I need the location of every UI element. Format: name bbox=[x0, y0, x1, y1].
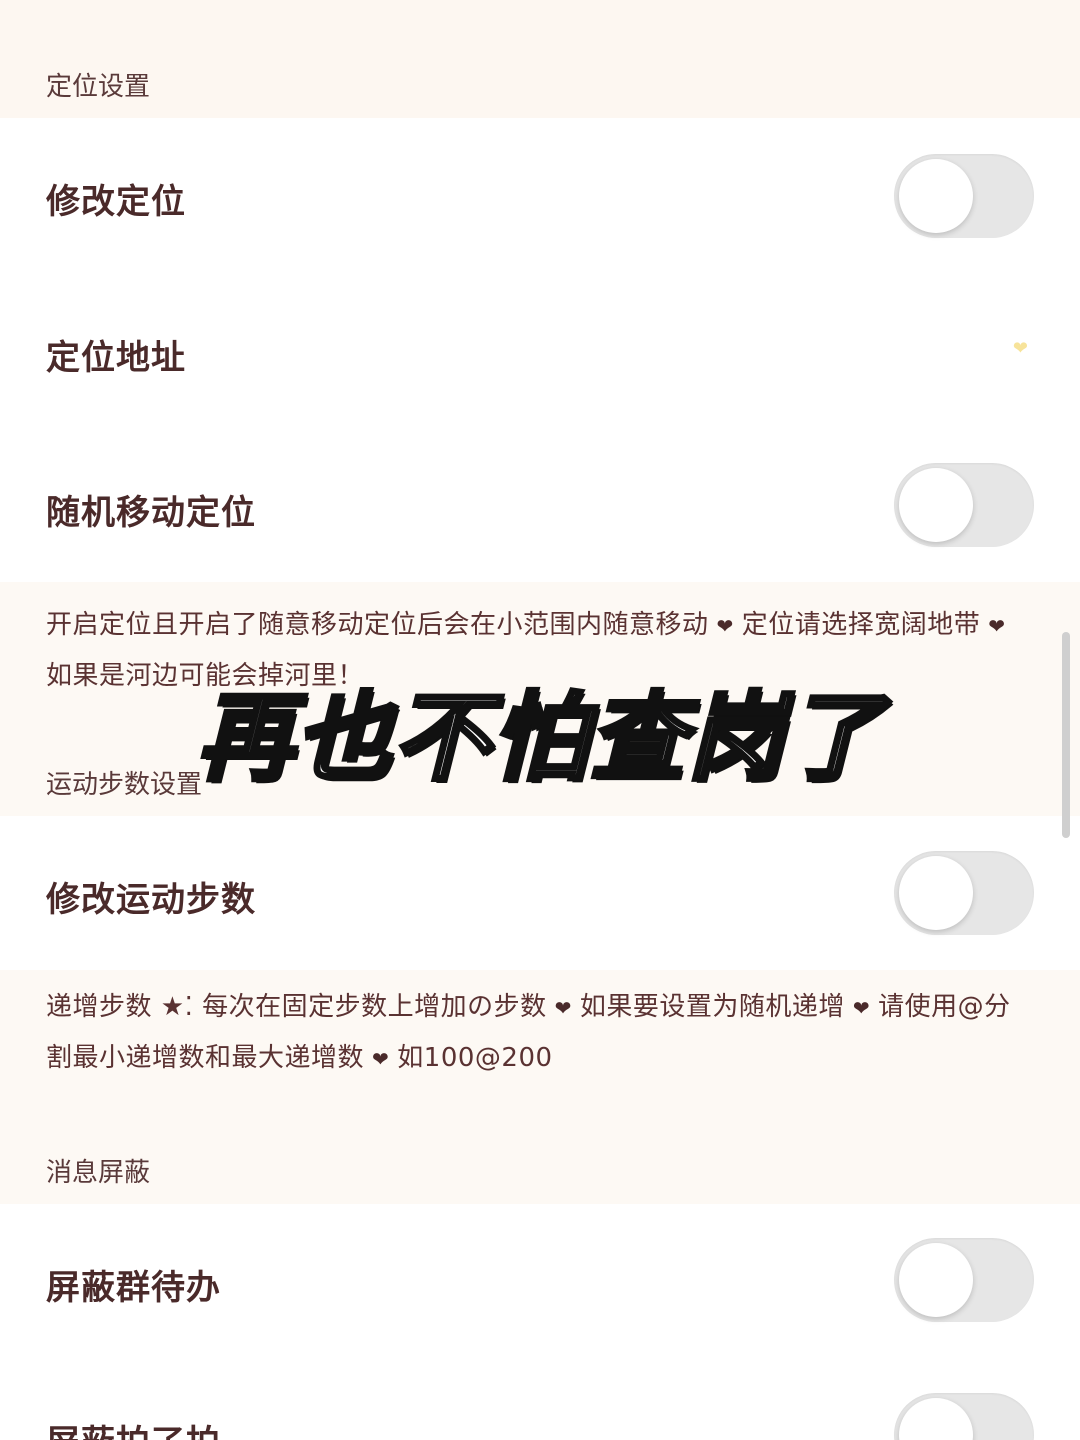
steps-note-part2: 如果要设置为随机递增 bbox=[579, 992, 845, 1022]
heart-icon: ❤ bbox=[852, 996, 871, 1020]
location-note-part1: 开启定位且开启了随意移动定位后会在小范围内随意移动 bbox=[46, 610, 709, 640]
row-block-pat: 屏蔽拍了拍 bbox=[0, 1359, 1080, 1440]
toggle-knob bbox=[899, 1398, 973, 1440]
block-group-todo-toggle[interactable] bbox=[894, 1238, 1034, 1322]
steps-note: 递增步数 ★⁚ 每次在固定步数上增加の步数 ❤ 如果要设置为随机递增 ❤ 请使用@分割最… bbox=[0, 970, 1080, 1090]
heart-icon: ❤ bbox=[988, 614, 1006, 638]
modify-location-toggle[interactable] bbox=[894, 154, 1034, 238]
modify-steps-toggle[interactable] bbox=[894, 851, 1034, 935]
heart-icon: ❤ bbox=[716, 614, 734, 638]
toggle-knob bbox=[899, 468, 973, 542]
row-modify-steps: 修改运动步数 bbox=[0, 816, 1080, 970]
steps-note-part4: 如100@200 bbox=[397, 1043, 553, 1073]
toggle-knob bbox=[899, 1243, 973, 1317]
steps-note-part1: 递增步数 ★⁚ 每次在固定步数上增加の步数 bbox=[46, 992, 547, 1022]
heart-icon: ❤ bbox=[372, 1047, 390, 1071]
row-location-address[interactable]: 定位地址 ❤ bbox=[0, 274, 1080, 429]
modify-steps-label: 修改运动步数 bbox=[46, 880, 256, 920]
section-header-location: 定位设置 bbox=[0, 0, 1080, 118]
block-group-todo-label: 屏蔽群待办 bbox=[46, 1268, 221, 1308]
location-address-label: 定位地址 bbox=[46, 338, 186, 378]
section-title-location: 定位设置 bbox=[46, 72, 151, 102]
section-header-messages: 消息屏蔽 bbox=[0, 1090, 1080, 1204]
heart-icon: ❤ bbox=[554, 996, 572, 1020]
overlay-caption: 再也不怕查岗了 bbox=[195, 680, 883, 796]
location-note-part2: 定位请选择宽阔地带 bbox=[741, 610, 981, 640]
toggle-knob bbox=[899, 856, 973, 930]
row-random-move: 随机移动定位 bbox=[0, 429, 1080, 582]
modify-location-label: 修改定位 bbox=[46, 182, 186, 222]
row-block-group-todo: 屏蔽群待办 bbox=[0, 1204, 1080, 1359]
section-title-messages: 消息屏蔽 bbox=[46, 1158, 151, 1188]
toggle-knob bbox=[899, 159, 973, 233]
row-modify-location: 修改定位 bbox=[0, 118, 1080, 274]
block-pat-label: 屏蔽拍了拍 bbox=[46, 1415, 221, 1440]
random-move-label: 随机移动定位 bbox=[46, 493, 256, 533]
random-move-toggle[interactable] bbox=[894, 463, 1034, 547]
yellow-heart-icon: ❤ bbox=[1012, 338, 1028, 359]
block-pat-toggle[interactable] bbox=[894, 1393, 1034, 1440]
